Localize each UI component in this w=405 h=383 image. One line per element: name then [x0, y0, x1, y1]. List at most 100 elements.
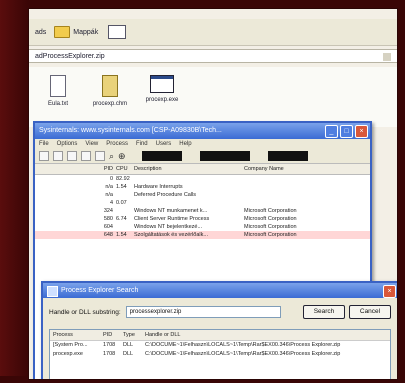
result-row[interactable]: [System Pro... 1708 DLL C:\DOCUME~1\Felh… [50, 341, 390, 350]
address-bar[interactable]: adProcessExplorer.zip [29, 49, 397, 63]
process-pid: 324 [103, 208, 113, 214]
process-company [244, 199, 354, 207]
process-pid: n/a [105, 192, 113, 198]
process-cpu [116, 191, 134, 199]
process-pid: 4 [109, 200, 113, 206]
folders-button[interactable]: Mappák [73, 29, 98, 36]
process-cpu: 0.07 [116, 200, 127, 206]
col-description[interactable]: Description [134, 164, 244, 174]
save-icon[interactable] [39, 151, 49, 161]
process-row[interactable]: 580 6.74 Client Server Runtime Process Micr… [35, 215, 370, 223]
process-company [244, 191, 354, 199]
process-description: Szolgáltatások és vezérlőalk... [134, 232, 208, 238]
process-name [35, 223, 91, 231]
process-company: Microsoft Corporation [244, 232, 297, 238]
process-description: Windows NT munkamenet k... [134, 208, 208, 214]
process-cpu: 1.54 [116, 232, 127, 238]
explorer-toolbar: ads Mappák [29, 19, 397, 46]
search-label: Handle or DLL substring: [49, 308, 121, 316]
result-row[interactable]: procexp.exe 1708 DLL C:\DOCUME~1\Felhasz… [50, 350, 390, 359]
menu-view[interactable]: View [85, 139, 98, 149]
search-dialog: Process Explorer Search × Handle or DLL … [41, 281, 397, 379]
process-row[interactable]: n/a Deferred Procedure Calls [35, 191, 370, 199]
result-process: procexp.exe [53, 351, 83, 357]
close-button[interactable]: × [355, 125, 368, 138]
col-result-handle[interactable]: Handle or DLL [145, 330, 385, 340]
minimize-button[interactable]: _ [325, 125, 338, 138]
magazine-top-border [0, 0, 405, 8]
views-icon[interactable] [108, 25, 127, 39]
magazine-left-border [0, 0, 28, 383]
process-name [35, 175, 91, 183]
col-cpu[interactable]: CPU [116, 164, 134, 174]
process-row[interactable]: 604 Windows NT bejelentkezé... Microsoft C… [35, 223, 370, 231]
process-name [35, 191, 91, 199]
process-row[interactable]: 4 0.07 [35, 199, 370, 207]
search-dialog-titlebar[interactable]: Process Explorer Search × [43, 283, 397, 298]
process-row[interactable]: 648 1.54 Szolgáltatások és vezérlőalk... Mi… [35, 231, 370, 239]
file-label: procexp.chm [92, 101, 128, 107]
kill-process-icon[interactable] [95, 151, 105, 161]
process-list-header: PID CPU Description Company Name [35, 164, 370, 175]
search-input[interactable]: processexplorer.zip [125, 306, 281, 318]
process-pid: 0 [109, 176, 113, 182]
target-icon[interactable]: ⊕ [118, 151, 126, 162]
screenshot-frame: ads Mappák adProcessExplorer.zip Eula.tx… [28, 8, 398, 380]
process-cpu: 6.74 [116, 216, 127, 222]
file-item-procexp-exe[interactable]: procexp.exe [137, 75, 187, 103]
process-name [35, 199, 91, 207]
result-type: DLL [123, 351, 134, 357]
process-company: Microsoft Corporation [244, 224, 297, 230]
col-result-process[interactable]: Process [50, 330, 103, 340]
menu-users[interactable]: Users [156, 139, 172, 149]
process-company [244, 183, 354, 191]
cancel-button[interactable]: Cancel [349, 305, 391, 319]
search-dialog-icon [47, 286, 58, 297]
process-row[interactable]: n/a 1.54 Hardware Interrupts [35, 183, 370, 191]
toolbar-search-label[interactable]: ads [35, 29, 46, 36]
col-pid[interactable]: PID [91, 164, 116, 174]
col-company[interactable]: Company Name [244, 164, 354, 174]
process-description: Windows NT bejelentkezé... [134, 224, 203, 230]
col-process[interactable] [35, 164, 91, 174]
process-description: Hardware Interrupts [134, 184, 183, 190]
find-binoculars-icon[interactable]: ⌕ [109, 151, 114, 162]
menu-process[interactable]: Process [106, 139, 128, 149]
process-name [35, 207, 91, 215]
process-row[interactable]: 324 Windows NT munkamenet k... Microsoft C… [35, 207, 370, 215]
io-graph [267, 151, 308, 161]
menu-help[interactable]: Help [179, 139, 191, 149]
cpu-graph [141, 151, 182, 161]
process-cpu: 82.92 [116, 176, 130, 182]
process-name [35, 215, 91, 223]
menu-bar: File Options View Process Find Users Hel… [35, 139, 370, 149]
search-button[interactable]: Search [303, 305, 345, 319]
result-pid: 1708 [103, 342, 116, 348]
col-result-pid[interactable]: PID [103, 330, 123, 340]
close-icon[interactable]: × [383, 285, 396, 298]
process-name [35, 183, 91, 191]
process-cpu: 1.54 [116, 184, 127, 190]
maximize-button[interactable]: □ [340, 125, 353, 138]
file-item-eula[interactable]: Eula.txt [33, 75, 83, 107]
result-pid: 1708 [103, 351, 116, 357]
process-explorer-titlebar[interactable]: Sysinternals: www.sysinternals.com [CSP-… [35, 123, 370, 139]
file-label: Eula.txt [47, 101, 68, 107]
menu-file[interactable]: File [39, 139, 49, 149]
process-pid: n/a [105, 184, 113, 190]
process-name [35, 231, 91, 239]
col-result-type[interactable]: Type [123, 330, 145, 340]
menu-options[interactable]: Options [57, 139, 78, 149]
menu-find[interactable]: Find [136, 139, 148, 149]
process-pid: 648 [103, 232, 113, 238]
properties-icon[interactable] [81, 151, 91, 161]
address-dropdown-icon[interactable] [383, 53, 391, 61]
process-row[interactable]: 0 82.92 [35, 175, 370, 183]
refresh-icon[interactable] [53, 151, 63, 161]
process-company: Microsoft Corporation [244, 216, 297, 222]
app-window-icon [150, 75, 174, 93]
process-description: Client Server Runtime Process [134, 216, 210, 222]
system-info-icon[interactable] [67, 151, 77, 161]
result-handle: C:\DOCUME~1\Felhaszn\LOCALS~1\Temp\Rar$E… [145, 342, 341, 348]
file-item-procexp-chm[interactable]: procexp.chm [85, 75, 135, 107]
